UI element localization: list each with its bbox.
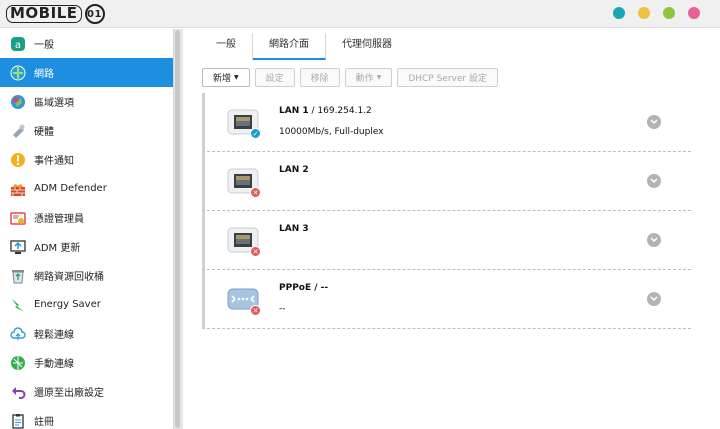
interface-row-pppoe[interactable]: ✕ PPPoE / -- -- — [202, 270, 691, 329]
update-icon — [10, 239, 26, 255]
interface-list: ✓ LAN 1 / 169.254.1.2 10000Mb/s, Full-du… — [202, 93, 691, 329]
mobile01-logo: MOBILE 01 — [6, 3, 105, 25]
energy-icon — [10, 297, 26, 313]
region-icon — [10, 94, 26, 110]
expand-chevron-icon[interactable] — [647, 115, 661, 129]
dhcp-server-settings-button[interactable]: DHCP Server 設定 — [397, 68, 498, 87]
window-dot-4[interactable] — [688, 7, 700, 19]
interface-ip: / 169.254.1.2 — [308, 106, 372, 116]
interface-row-lan3[interactable]: ✕ LAN 3 — [202, 211, 691, 270]
interface-name: LAN 2 — [279, 165, 309, 175]
sidebar-item-label: 硬體 — [34, 127, 54, 138]
interface-name-label: PPPoE / -- — [279, 283, 329, 293]
notification-icon — [10, 152, 26, 168]
ethernet-port-icon: ✕ — [227, 168, 261, 198]
ethernet-port-icon: ✕ — [227, 227, 261, 257]
tab-network-interface[interactable]: 網路介面 — [253, 33, 326, 60]
title-bar: MOBILE 01 — [0, 0, 720, 28]
window-dot-3[interactable] — [663, 7, 675, 19]
disconnected-x-icon: ✕ — [250, 305, 261, 316]
add-button[interactable]: 新增 ▼ — [202, 68, 250, 87]
interface-name-label: LAN 3 — [279, 224, 309, 234]
main-panel: 一般 網路介面 代理伺服器 新增 ▼ 設定 移除 動作 ▼ DHCP Server … — [184, 29, 720, 429]
sidebar-item-cloud-connect[interactable]: 輕鬆連線 — [0, 319, 173, 348]
sidebar-item-label: 網路 — [34, 69, 54, 80]
sidebar-item-label: 事件通知 — [34, 156, 74, 167]
disconnected-x-icon: ✕ — [250, 187, 261, 198]
settings-button-label: 設定 — [265, 74, 284, 84]
tab-general[interactable]: 一般 — [200, 33, 253, 60]
cloud-connect-icon — [10, 326, 26, 342]
sidebar-item-recycle-bin[interactable]: 網路資源回收桶 — [0, 261, 173, 290]
sidebar-item-notification[interactable]: 事件通知 — [0, 145, 173, 174]
sidebar-item-hardware[interactable]: 硬體 — [0, 116, 173, 145]
interface-row-lan2[interactable]: ✕ LAN 2 — [202, 152, 691, 211]
svg-text:a: a — [15, 40, 21, 51]
add-button-label: 新增 — [213, 74, 232, 84]
sidebar-item-network[interactable]: 網路 — [0, 58, 173, 87]
sidebar-item-label: 輕鬆連線 — [34, 330, 74, 341]
recycle-bin-icon — [10, 268, 26, 284]
action-button-label: 動作 — [355, 74, 374, 84]
interface-name: LAN 3 — [279, 224, 309, 234]
dhcp-button-label: DHCP Server 設定 — [408, 74, 487, 84]
interface-name-label: LAN 2 — [279, 165, 309, 175]
interface-name: LAN 1 / 169.254.1.2 — [279, 106, 372, 116]
network-icon — [10, 65, 26, 81]
interface-name-label: LAN 1 — [279, 106, 309, 116]
remove-button-label: 移除 — [310, 74, 329, 84]
sidebar-item-region[interactable]: 區域選項 — [0, 87, 173, 116]
action-button[interactable]: 動作 ▼ — [344, 68, 393, 87]
chevron-down-icon: ▼ — [234, 74, 239, 81]
manual-connect-icon — [10, 355, 26, 371]
window-controls — [613, 7, 700, 19]
interface-name: PPPoE / -- — [279, 283, 328, 293]
sidebar-item-label: 一般 — [34, 40, 54, 51]
expand-chevron-icon[interactable] — [647, 292, 661, 306]
hardware-icon — [10, 123, 26, 139]
remove-button[interactable]: 移除 — [299, 68, 340, 87]
sidebar-item-label: ADM Defender — [34, 183, 107, 194]
sidebar-item-general[interactable]: a 一般 — [0, 29, 173, 58]
certificate-icon — [10, 210, 26, 226]
sidebar-item-label: ADM 更新 — [34, 243, 81, 254]
sidebar-scrollbar-thumb[interactable] — [175, 30, 180, 428]
tab-bar: 一般 網路介面 代理伺服器 — [200, 33, 408, 60]
interface-detail: -- — [279, 304, 286, 314]
sidebar-item-defender[interactable]: ADM Defender — [0, 174, 173, 203]
restore-icon — [10, 384, 26, 400]
sidebar-item-register[interactable]: 註冊 — [0, 406, 173, 429]
general-icon: a — [10, 36, 26, 52]
sidebar-item-label: 網路資源回收桶 — [34, 272, 104, 283]
disconnected-x-icon: ✕ — [250, 246, 261, 257]
expand-chevron-icon[interactable] — [647, 233, 661, 247]
sidebar-item-manual-connect[interactable]: 手動連線 — [0, 348, 173, 377]
defender-icon — [10, 181, 26, 197]
sidebar-item-update[interactable]: ADM 更新 — [0, 232, 173, 261]
interface-row-lan1[interactable]: ✓ LAN 1 / 169.254.1.2 10000Mb/s, Full-du… — [202, 93, 691, 152]
sidebar-item-label: 註冊 — [34, 417, 54, 428]
chevron-down-icon: ▼ — [376, 74, 382, 81]
window-dot-1[interactable] — [613, 7, 625, 19]
expand-chevron-icon[interactable] — [647, 174, 661, 188]
sidebar-item-label: 憑證管理員 — [34, 214, 84, 225]
ethernet-port-icon: ✓ — [227, 109, 261, 139]
sidebar: a 一般 網路 區域選項 硬體 事件通知 ADM Defender 憑證管理員 … — [0, 29, 173, 429]
interface-detail: 10000Mb/s, Full-duplex — [279, 127, 384, 137]
pppoe-icon: ✕ — [227, 286, 261, 316]
settings-button[interactable]: 設定 — [254, 68, 295, 87]
sidebar-item-restore[interactable]: 還原至出廠設定 — [0, 377, 173, 406]
register-icon — [10, 413, 26, 429]
sidebar-item-certificate[interactable]: 憑證管理員 — [0, 203, 173, 232]
window-dot-2[interactable] — [638, 7, 650, 19]
tab-proxy-server[interactable]: 代理伺服器 — [326, 33, 408, 60]
sidebar-item-label: Energy Saver — [34, 299, 101, 310]
sidebar-item-label: 還原至出廠設定 — [34, 388, 104, 399]
connected-check-icon: ✓ — [250, 128, 261, 139]
sidebar-item-energy[interactable]: Energy Saver — [0, 290, 173, 319]
toolbar: 新增 ▼ 設定 移除 動作 ▼ DHCP Server 設定 — [202, 68, 498, 87]
sidebar-item-label: 手動連線 — [34, 359, 74, 370]
sidebar-item-label: 區域選項 — [34, 98, 74, 109]
